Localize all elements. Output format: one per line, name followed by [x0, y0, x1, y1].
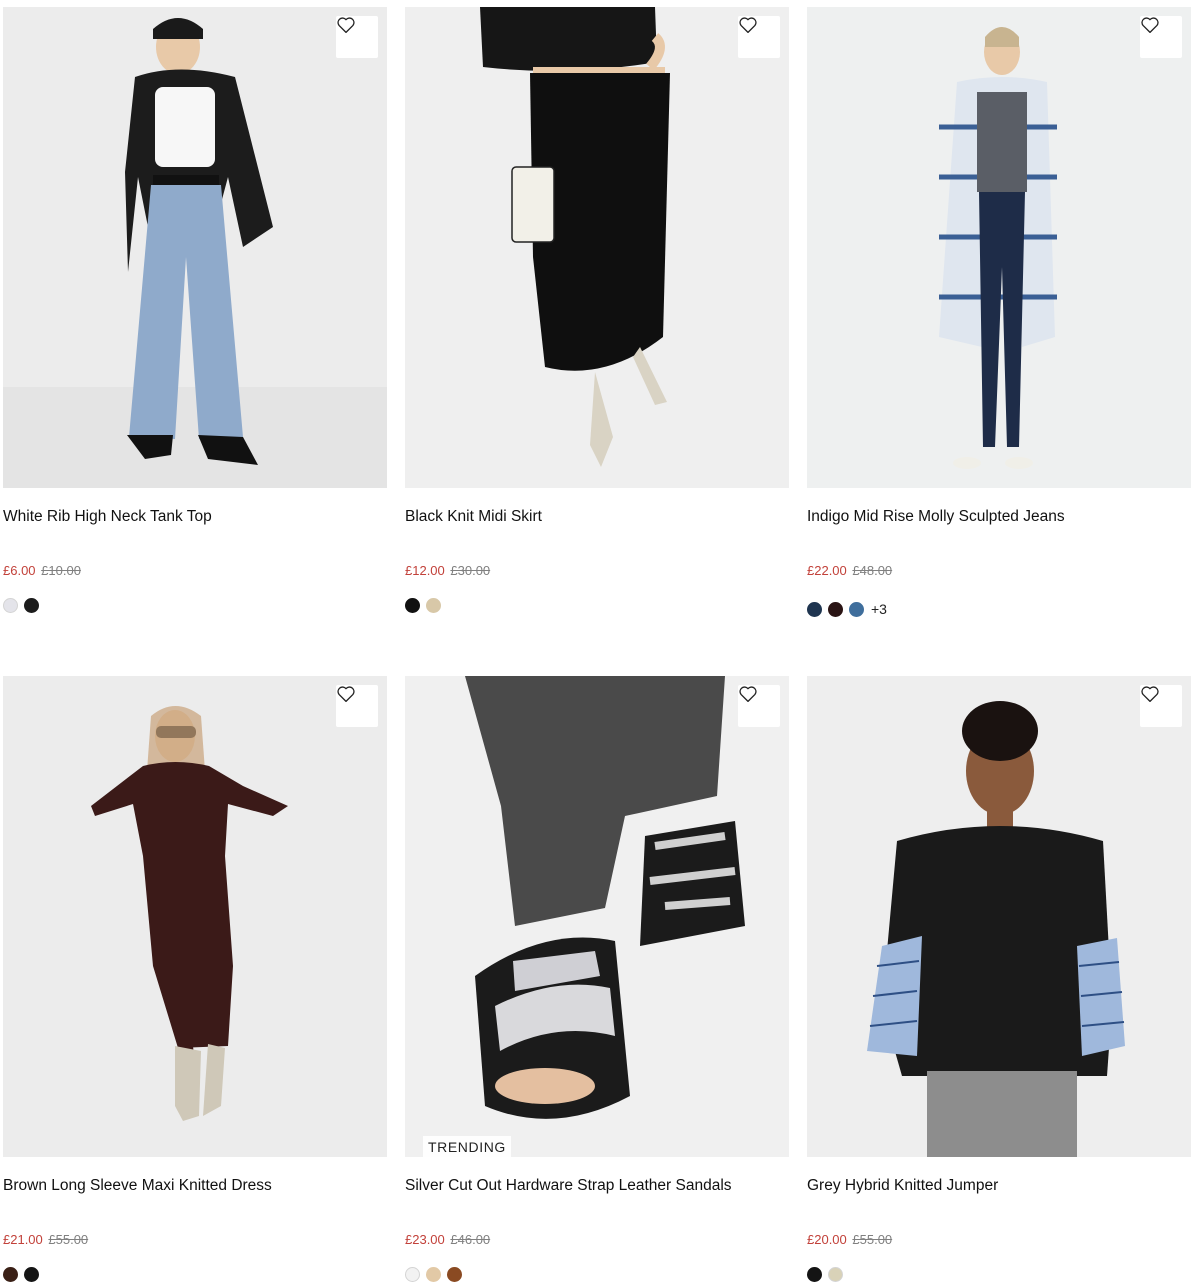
heart-outline-icon [337, 17, 355, 34]
heart-outline-icon [1141, 686, 1159, 703]
product-title[interactable]: Indigo Mid Rise Molly Sculpted Jeans [807, 508, 1065, 526]
sale-price: £22.00 [807, 563, 847, 578]
add-to-wishlist-button[interactable] [336, 16, 378, 58]
heart-outline-icon [1141, 17, 1159, 34]
color-swatch[interactable] [849, 601, 864, 617]
color-swatches [3, 597, 45, 613]
color-swatch[interactable] [3, 597, 18, 613]
color-swatch[interactable] [24, 1266, 39, 1282]
original-price: £55.00 [48, 1232, 89, 1247]
product-price: £23.00 £46.00 [405, 1232, 490, 1247]
add-to-wishlist-button[interactable] [1140, 685, 1182, 727]
add-to-wishlist-button[interactable] [1140, 16, 1182, 58]
color-swatch[interactable] [807, 1266, 822, 1282]
product-price: £12.00 £30.00 [405, 563, 490, 578]
color-swatch[interactable] [426, 597, 441, 613]
color-swatch[interactable] [24, 597, 39, 613]
product-image[interactable]: TRENDING [405, 676, 789, 1157]
color-swatch[interactable] [447, 1266, 462, 1282]
color-swatch[interactable] [426, 1266, 441, 1282]
color-swatches: +3 [807, 601, 887, 617]
add-to-wishlist-button[interactable] [738, 16, 780, 58]
product-image[interactable] [3, 7, 387, 488]
color-swatch[interactable] [828, 601, 843, 617]
original-price: £48.00 [852, 563, 893, 578]
original-price: £10.00 [41, 563, 81, 578]
product-title[interactable]: White Rib High Neck Tank Top [3, 508, 212, 526]
product-image[interactable] [807, 676, 1191, 1157]
add-to-wishlist-button[interactable] [738, 685, 780, 727]
original-price: £55.00 [852, 1232, 893, 1247]
sale-price: £6.00 [3, 563, 36, 578]
product-title[interactable]: Silver Cut Out Hardware Strap Leather Sa… [405, 1177, 732, 1195]
color-swatch[interactable] [828, 1266, 843, 1282]
product-title[interactable]: Brown Long Sleeve Maxi Knitted Dress [3, 1177, 272, 1195]
sale-price: £12.00 [405, 563, 445, 578]
more-colors-link[interactable]: +3 [871, 601, 887, 617]
color-swatch[interactable] [3, 1266, 18, 1282]
color-swatches [807, 1266, 849, 1282]
trending-badge: TRENDING [423, 1136, 511, 1157]
color-swatch[interactable] [405, 1266, 420, 1282]
color-swatches [405, 597, 447, 613]
add-to-wishlist-button[interactable] [336, 685, 378, 727]
product-title[interactable]: Grey Hybrid Knitted Jumper [807, 1177, 998, 1195]
sale-price: £20.00 [807, 1232, 847, 1247]
product-grid: White Rib High Neck Tank Top £6.00 £10.0… [0, 0, 1200, 1288]
original-price: £30.00 [450, 563, 491, 578]
product-price: £22.00 £48.00 [807, 563, 892, 578]
product-image[interactable] [405, 7, 789, 488]
color-swatch[interactable] [405, 597, 420, 613]
product-image[interactable] [807, 7, 1191, 488]
product-price: £6.00 £10.00 [3, 563, 81, 578]
sale-price: £23.00 [405, 1232, 445, 1247]
product-price: £21.00 £55.00 [3, 1232, 88, 1247]
product-price: £20.00 £55.00 [807, 1232, 892, 1247]
heart-outline-icon [739, 686, 757, 703]
product-image[interactable] [3, 676, 387, 1157]
heart-outline-icon [739, 17, 757, 34]
original-price: £46.00 [450, 1232, 491, 1247]
color-swatches [3, 1266, 45, 1282]
color-swatches [405, 1266, 468, 1282]
heart-outline-icon [337, 686, 355, 703]
color-swatch[interactable] [807, 601, 822, 617]
sale-price: £21.00 [3, 1232, 43, 1247]
product-title[interactable]: Black Knit Midi Skirt [405, 508, 542, 526]
